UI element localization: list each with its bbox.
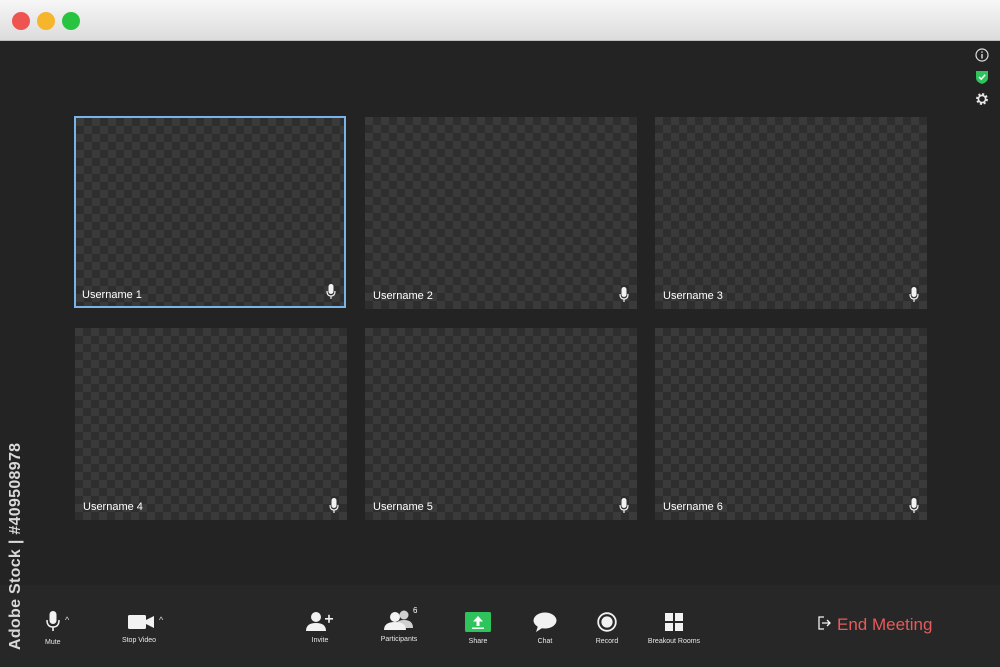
- minimize-window-button[interactable]: [37, 12, 55, 30]
- microphone-icon: [909, 498, 919, 514]
- participants-button[interactable]: Participants: [378, 585, 420, 667]
- microphone-icon: [619, 498, 629, 514]
- record-label: Record: [595, 638, 619, 645]
- video-tile[interactable]: Username 6: [655, 328, 927, 520]
- participants-label: Participants: [380, 636, 418, 643]
- info-icon[interactable]: [975, 48, 989, 62]
- participant-name: Username 6: [663, 501, 723, 513]
- breakout-rooms-button[interactable]: Breakout Rooms: [647, 585, 701, 667]
- stock-id-text: Adobe Stock | #409508978: [7, 442, 24, 650]
- end-meeting-button[interactable]: End Meeting: [818, 614, 932, 636]
- share-screen-icon: [465, 612, 491, 637]
- stop-video-label: Stop Video: [121, 637, 157, 644]
- participants-count-badge: 6: [413, 606, 418, 615]
- share-label: Share: [468, 638, 488, 645]
- microphone-icon: [326, 284, 336, 300]
- breakout-rooms-icon: [665, 613, 683, 636]
- chevron-up-icon[interactable]: ^: [65, 615, 69, 625]
- participant-name: Username 5: [373, 501, 433, 513]
- gear-icon[interactable]: [975, 92, 989, 106]
- participant-name: Username 2: [373, 290, 433, 302]
- mute-label: Mute: [45, 639, 61, 646]
- end-meeting-label: End Meeting: [837, 615, 933, 634]
- record-icon: [597, 612, 617, 637]
- microphone-icon: [329, 498, 339, 514]
- participant-name: Username 3: [663, 290, 723, 302]
- close-window-button[interactable]: [12, 12, 30, 30]
- breakout-rooms-label: Breakout Rooms: [647, 638, 701, 645]
- chat-bubble-icon: [533, 612, 557, 637]
- microphone-icon: [46, 611, 60, 638]
- video-camera-icon: [128, 615, 154, 634]
- leave-icon: [818, 615, 831, 635]
- microphone-icon: [619, 287, 629, 303]
- zoom-window-button[interactable]: [62, 12, 80, 30]
- status-icons: [975, 48, 991, 114]
- video-tile[interactable]: Username 5: [365, 328, 637, 520]
- invite-label: Invite: [311, 637, 329, 644]
- video-tile[interactable]: Username 2: [365, 117, 637, 309]
- chevron-up-icon[interactable]: ^: [159, 615, 163, 625]
- video-tile[interactable]: Username 4: [75, 328, 347, 520]
- window-titlebar: [0, 0, 1000, 41]
- participants-icon: [384, 610, 414, 635]
- participant-name: Username 1: [82, 289, 142, 301]
- add-user-icon: [306, 611, 334, 636]
- share-button[interactable]: Share: [462, 585, 494, 667]
- chat-label: Chat: [537, 638, 553, 645]
- record-button[interactable]: Record: [592, 585, 622, 667]
- chat-button[interactable]: Chat: [530, 585, 560, 667]
- mute-button[interactable]: Mute: [33, 585, 73, 667]
- invite-button[interactable]: Invite: [302, 585, 338, 667]
- participant-name: Username 4: [83, 501, 143, 513]
- video-tile[interactable]: Username 1: [74, 116, 346, 308]
- video-tile[interactable]: Username 3: [655, 117, 927, 309]
- shield-check-icon[interactable]: [975, 70, 989, 84]
- microphone-icon: [909, 287, 919, 303]
- stop-video-button[interactable]: Stop Video: [118, 585, 160, 667]
